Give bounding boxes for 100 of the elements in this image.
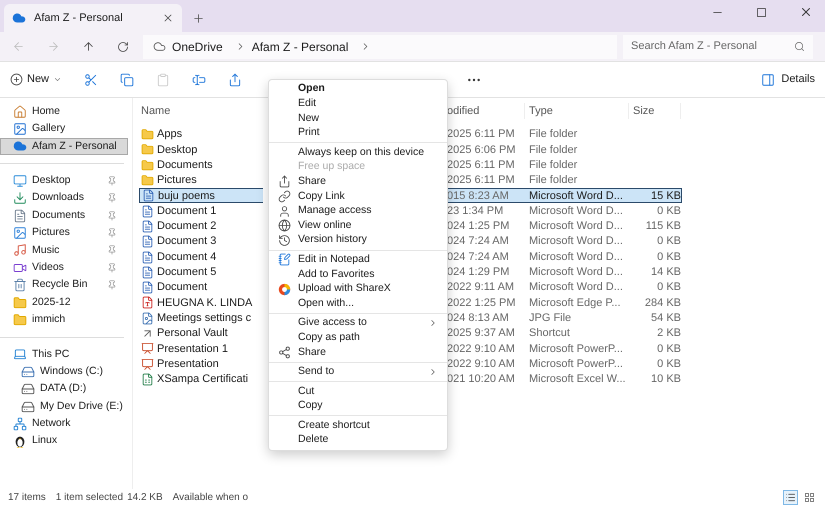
column-header[interactable]: Type — [525, 102, 629, 120]
file-row[interactable]: 024 7:24 AM Microsoft Word D... 0 KB — [447, 234, 681, 250]
sidebar-item[interactable]: 2025-12 — [0, 294, 120, 312]
sidebar-item[interactable]: Downloads — [0, 190, 120, 207]
menu-item[interactable]: Create shortcut — [272, 418, 444, 434]
close-tab-icon[interactable] — [162, 12, 174, 24]
copy-icon[interactable] — [120, 72, 134, 86]
sidebar-item[interactable]: Documents — [0, 206, 120, 224]
file-row[interactable]: 024 7:24 AM Microsoft Word D... 0 KB — [447, 249, 681, 265]
sidebar-item[interactable]: Recycle Bin — [0, 276, 120, 294]
menu-item[interactable]: Always keep on this device — [272, 145, 444, 160]
sidebar-item[interactable]: Windows (C:) — [0, 363, 120, 380]
sidebar-item[interactable]: This PC — [0, 346, 120, 364]
menu-item[interactable]: Edit — [272, 96, 444, 112]
file-row[interactable]: Personal Vault — [139, 326, 263, 342]
sidebar-item[interactable]: immich — [0, 311, 120, 329]
sidebar-item[interactable]: Pictures — [0, 224, 120, 242]
sidebar-item[interactable]: Afam Z - Personal — [0, 138, 128, 156]
column-header[interactable]: Name — [139, 102, 263, 120]
file-row[interactable]: 2022 9:10 AM Microsoft PowerP... 0 KB — [447, 341, 681, 356]
file-row[interactable]: 2025 6:11 PM File folder — [447, 158, 681, 173]
menu-item[interactable]: Delete — [272, 433, 444, 448]
file-row[interactable]: Apps — [139, 127, 263, 142]
image-file-icon — [141, 312, 154, 325]
menu-item[interactable]: Copy as path — [272, 330, 444, 346]
breadcrumb[interactable]: Afam Z - Personal — [252, 38, 348, 56]
file-row[interactable]: 024 8:13 AM JPG File 54 KB — [447, 310, 681, 326]
details-button[interactable]: Details — [761, 71, 815, 88]
refresh-icon[interactable] — [117, 40, 129, 52]
file-row[interactable]: 2025 6:06 PM File folder — [447, 142, 681, 158]
file-row[interactable]: Documents — [139, 158, 263, 173]
menu-item[interactable]: View online — [272, 218, 444, 233]
sidebar-item[interactable]: Home — [0, 103, 128, 120]
file-row[interactable]: Document — [139, 280, 263, 296]
menu-item[interactable]: Open — [272, 82, 444, 97]
menu-item[interactable]: Manage access — [272, 204, 444, 218]
search-input[interactable]: Search Afam Z - Personal — [631, 38, 794, 55]
share-icon[interactable] — [228, 72, 242, 86]
file-row[interactable]: 024 1:25 PM Microsoft Word D... 115 KB — [447, 218, 681, 234]
search-icon[interactable] — [794, 41, 805, 52]
breadcrumb[interactable]: OneDrive — [172, 38, 223, 56]
document-icon — [13, 208, 27, 223]
file-row[interactable]: 2025 6:11 PM File folder — [447, 172, 681, 188]
file-row[interactable]: 2022 9:11 AM Microsoft Word D... 0 KB — [447, 280, 681, 296]
menu-item[interactable]: Give access to — [272, 316, 444, 330]
sidebar-item[interactable]: Videos — [0, 259, 120, 277]
computer-icon — [13, 347, 27, 362]
file-row[interactable]: Document 3 — [139, 234, 263, 250]
file-row[interactable]: 2025 6:11 PM File folder — [447, 127, 681, 142]
menu-item[interactable]: Upload with ShareX — [272, 282, 444, 296]
file-row[interactable]: Document 5 — [139, 264, 263, 280]
file-row[interactable]: 2022 9:10 AM Microsoft PowerP... 0 KB — [447, 356, 681, 372]
sidebar-item[interactable]: Gallery — [0, 120, 128, 138]
file-row[interactable]: 2022 1:25 PM Microsoft Edge P... 284 KB — [447, 295, 681, 311]
file-row[interactable]: Document 1 — [139, 203, 263, 219]
menu-item[interactable]: Edit in Notepad — [272, 252, 444, 268]
menu-item[interactable]: Share — [272, 174, 444, 190]
menu-item[interactable]: Send to — [272, 364, 444, 380]
menu-item[interactable]: Version history — [272, 232, 444, 248]
file-row[interactable]: buju poems — [139, 188, 263, 204]
file-row[interactable]: 024 1:29 PM Microsoft Word D... 14 KB — [447, 264, 681, 280]
menu-item[interactable]: Cut — [272, 384, 444, 399]
sharex-icon — [278, 282, 291, 296]
menu-item[interactable]: Copy Link — [272, 189, 444, 204]
address-bar[interactable]: OneDrive Afam Z - Personal — [143, 34, 617, 58]
menu-item[interactable]: Copy — [272, 398, 444, 414]
up-icon[interactable] — [82, 40, 95, 53]
file-row[interactable]: Document 4 — [139, 249, 263, 265]
file-row[interactable]: Pictures — [139, 172, 263, 188]
rename-icon[interactable] — [192, 72, 206, 86]
menu-item[interactable]: Print — [272, 126, 444, 140]
search-field[interactable]: Search Afam Z - Personal — [623, 34, 813, 58]
column-header[interactable]: Size — [629, 102, 681, 120]
cut-icon[interactable] — [84, 72, 98, 86]
maximize-icon[interactable] — [756, 6, 767, 18]
new-button[interactable]: New — [10, 71, 62, 88]
file-row[interactable]: HEUGNA K. LINDA — [139, 295, 263, 311]
sidebar-item[interactable]: My Dev Drive (E:) — [0, 398, 120, 416]
sidebar-item[interactable]: Network — [0, 415, 120, 433]
sidebar-item[interactable]: DATA (D:) — [0, 380, 120, 398]
file-row[interactable]: 23 1:34 PM Microsoft Word D... 0 KB — [447, 203, 681, 219]
file-row[interactable]: Meetings settings c — [139, 310, 263, 326]
file-row[interactable]: Desktop — [139, 142, 263, 158]
close-icon[interactable] — [799, 5, 813, 19]
menu-item[interactable]: Share — [272, 345, 444, 360]
sidebar-item[interactable]: Music — [0, 242, 120, 260]
file-row[interactable]: Presentation — [139, 356, 263, 372]
file-row[interactable]: XSampa Certificati — [139, 372, 263, 388]
file-row[interactable]: Document 2 — [139, 218, 263, 234]
file-row[interactable]: Presentation 1 — [139, 341, 263, 356]
menu-item[interactable]: New — [272, 111, 444, 126]
sidebar-item[interactable]: Desktop — [0, 172, 120, 190]
file-row[interactable]: 2025 9:37 AM Shortcut 2 KB — [447, 326, 681, 342]
window-tab[interactable]: Afam Z - Personal — [4, 4, 182, 32]
menu-item[interactable]: Add to Favorites — [272, 267, 444, 282]
view-button[interactable] — [783, 490, 798, 504]
menu-item[interactable]: Open with... — [272, 296, 444, 311]
type-cell-text: Microsoft Word D... — [528, 188, 624, 204]
sidebar-item[interactable]: Linux — [0, 432, 120, 450]
new-tab-icon[interactable] — [192, 12, 205, 24]
